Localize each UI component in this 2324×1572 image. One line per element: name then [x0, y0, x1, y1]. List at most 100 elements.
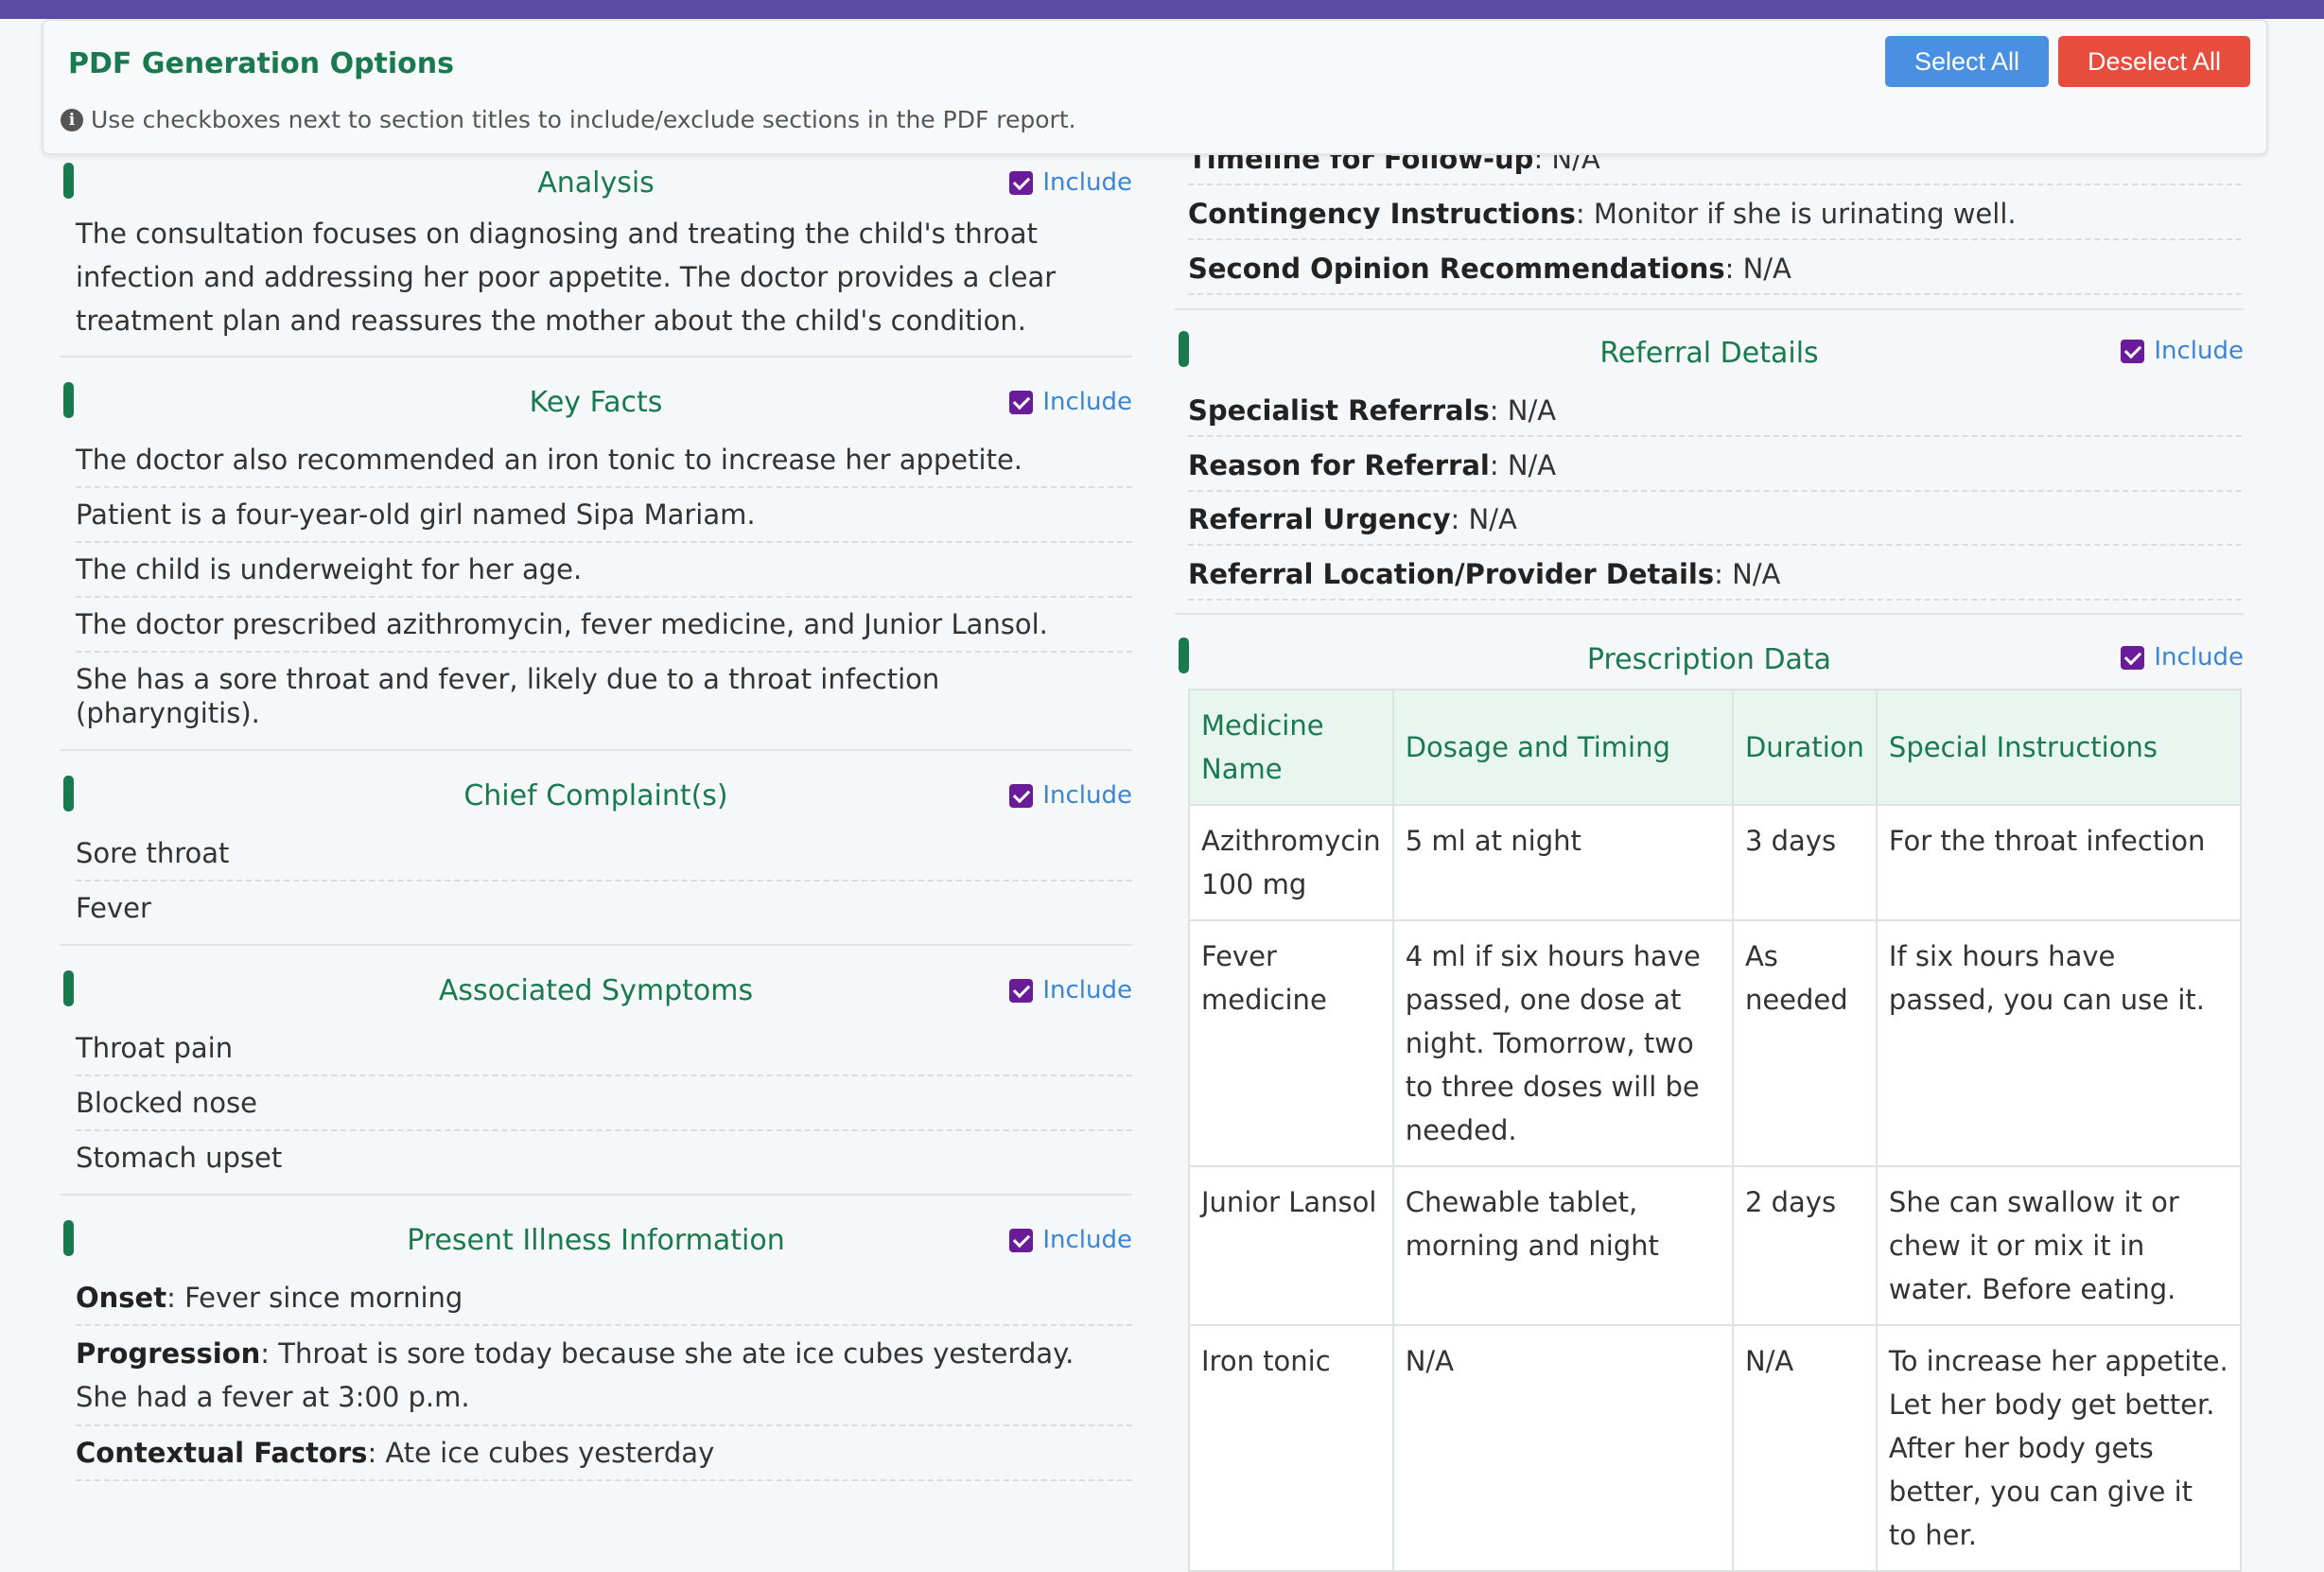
table-cell: N/A: [1731, 1324, 1878, 1572]
checkbox-checked-icon[interactable]: [1009, 783, 1034, 808]
include-label: Include: [1042, 168, 1132, 197]
list-item: She has a sore throat and fever, likely …: [76, 663, 940, 729]
referral-include-toggle[interactable]: Include: [2121, 337, 2244, 365]
list-item: The doctor also recommended an iron toni…: [76, 433, 1132, 488]
include-label: Include: [1042, 976, 1132, 1004]
progression-row: Progression: Throat is sore today becaus…: [76, 1326, 1132, 1426]
specialist-referrals-value: : N/A: [1489, 394, 1557, 427]
table-cell: She can swallow it or chew it or mix it …: [1875, 1165, 2243, 1326]
table-cell: 4 ml if six hours have passed, one dose …: [1391, 919, 1734, 1167]
table-cell: 5 ml at night: [1391, 804, 1734, 921]
table-row: Azithromycin 100 mg 5 ml at night 3 days…: [1188, 804, 2243, 921]
list-item: Throat pain: [76, 1022, 1132, 1076]
table-cell: Fever medicine: [1188, 919, 1394, 1167]
checkbox-checked-icon[interactable]: [1009, 978, 1034, 1003]
analysis-title: Analysis: [537, 166, 655, 200]
referral-details-header: Referral Details Include: [1175, 312, 2244, 370]
table-row: Iron tonic N/A N/A To increase her appet…: [1188, 1324, 2243, 1572]
referral-urgency-value: : N/A: [1450, 503, 1517, 535]
prescription-include-toggle[interactable]: Include: [2121, 643, 2244, 672]
column-header: Medicine Name: [1188, 689, 1394, 806]
contextual-factors-key: Contextual Factors: [76, 1437, 368, 1469]
list-item: Sore throat: [76, 827, 1132, 882]
top-app-bar: [0, 0, 2324, 19]
checkbox-checked-icon[interactable]: [1009, 170, 1034, 195]
referral-urgency-key: Referral Urgency: [1188, 503, 1451, 535]
list-item: Patient is a four-year-old girl named Si…: [76, 488, 1132, 543]
include-label: Include: [1042, 388, 1132, 416]
referral-location-row: Referral Location/Provider Details: N/A: [1188, 557, 2242, 601]
table-cell: Junior Lansol: [1188, 1165, 1394, 1326]
list-item: Stomach upset: [76, 1142, 283, 1174]
analysis-section: Analysis Include The consultation focuse…: [60, 142, 1132, 358]
include-label: Include: [2154, 337, 2244, 365]
checkbox-checked-icon[interactable]: [1009, 1228, 1034, 1252]
table-cell: As needed: [1731, 919, 1878, 1167]
second-opinion-row: Second Opinion Recommendations: N/A: [1188, 252, 2242, 295]
referral-location-value: : N/A: [1714, 558, 1781, 590]
referral-details-title: Referral Details: [1599, 337, 1819, 370]
include-label: Include: [1042, 1226, 1132, 1254]
select-all-button[interactable]: Select All: [1885, 36, 2049, 87]
checkbox-checked-icon[interactable]: [2121, 339, 2145, 363]
prescription-table: Medicine Name Dosage and Timing Duration…: [1188, 689, 2243, 1572]
associated-symptoms-list: Throat pain Blocked nose Stomach upset: [60, 1022, 1132, 1194]
contingency-key: Contingency Instructions: [1188, 198, 1576, 230]
deselect-all-button[interactable]: Deselect All: [2058, 36, 2250, 87]
specialist-referrals-row: Specialist Referrals: N/A: [1188, 393, 2242, 437]
second-opinion-key: Second Opinion Recommendations: [1188, 253, 1725, 285]
present-illness-section: Present Illness Information Include Onse…: [60, 1196, 1132, 1491]
reason-referral-row: Reason for Referral: N/A: [1188, 448, 2242, 492]
table-cell: For the throat infection: [1875, 804, 2243, 921]
pdf-options-title: PDF Generation Options: [68, 47, 455, 80]
column-header: Dosage and Timing: [1391, 689, 1734, 806]
checkbox-checked-icon[interactable]: [1009, 390, 1034, 414]
list-item: The child is underweight for her age.: [76, 543, 1132, 598]
progression-key: Progression: [76, 1337, 261, 1370]
present-illness-details: Onset: Fever since morning Progression: …: [60, 1271, 1132, 1491]
onset-value: : Fever since morning: [166, 1282, 463, 1314]
pdf-options-hint-text: Use checkboxes next to section titles to…: [91, 106, 1076, 133]
referral-urgency-row: Referral Urgency: N/A: [1188, 502, 2242, 546]
pdf-options-hint: i Use checkboxes next to section titles …: [61, 106, 1076, 133]
contingency-row: Contingency Instructions: Monitor if she…: [1188, 197, 2242, 240]
chief-complaints-header: Chief Complaint(s) Include: [60, 751, 1132, 827]
chief-complaints-title: Chief Complaint(s): [463, 779, 728, 812]
referral-location-key: Referral Location/Provider Details: [1188, 558, 1715, 590]
key-facts-header: Key Facts Include: [60, 358, 1132, 433]
table-cell: If six hours have passed, you can use it…: [1875, 919, 2243, 1167]
onset-row: Onset: Fever since morning: [76, 1271, 1132, 1326]
table-cell: To increase her appetite. Let her body g…: [1875, 1324, 2243, 1572]
key-facts-section: Key Facts Include The doctor also recomm…: [60, 358, 1132, 751]
table-row: Fever medicine 4 ml if six hours have pa…: [1188, 919, 2243, 1167]
onset-key: Onset: [76, 1282, 167, 1314]
key-facts-title: Key Facts: [529, 386, 663, 419]
list-item: Blocked nose: [76, 1076, 1132, 1131]
associated-symptoms-title: Associated Symptoms: [438, 974, 754, 1007]
associated-symptoms-section: Associated Symptoms Include Throat pain …: [60, 946, 1132, 1196]
left-column: Analysis Include The consultation focuse…: [60, 142, 1132, 1491]
associated-symptoms-include-toggle[interactable]: Include: [1009, 976, 1132, 1004]
second-opinion-value: : N/A: [1724, 253, 1791, 285]
present-illness-include-toggle[interactable]: Include: [1009, 1226, 1132, 1254]
contextual-factors-row: Contextual Factors: Ate ice cubes yester…: [76, 1426, 1132, 1481]
column-header: Special Instructions: [1875, 689, 2243, 806]
chief-complaints-include-toggle[interactable]: Include: [1009, 781, 1132, 810]
list-item: The doctor prescribed azithromycin, feve…: [76, 598, 1132, 653]
column-header: Duration: [1731, 689, 1878, 806]
include-label: Include: [2154, 643, 2244, 672]
analysis-include-toggle[interactable]: Include: [1009, 168, 1132, 197]
table-cell: Chewable tablet, morning and night: [1391, 1165, 1734, 1326]
analysis-text: The consultation focuses on diagnosing a…: [76, 218, 1057, 337]
present-illness-header: Present Illness Information Include: [60, 1196, 1132, 1271]
chief-complaints-list: Sore throat Fever: [60, 827, 1132, 944]
specialist-referrals-key: Specialist Referrals: [1188, 394, 1490, 427]
key-facts-include-toggle[interactable]: Include: [1009, 388, 1132, 416]
table-row: Junior Lansol Chewable tablet, morning a…: [1188, 1165, 2243, 1326]
contextual-factors-value: : Ate ice cubes yesterday: [367, 1437, 715, 1469]
table-cell: Azithromycin 100 mg: [1188, 804, 1394, 921]
checkbox-checked-icon[interactable]: [2121, 645, 2145, 670]
contingency-value: : Monitor if she is urinating well.: [1575, 198, 2017, 230]
table-cell: Iron tonic: [1188, 1324, 1394, 1572]
present-illness-title: Present Illness Information: [407, 1224, 785, 1257]
